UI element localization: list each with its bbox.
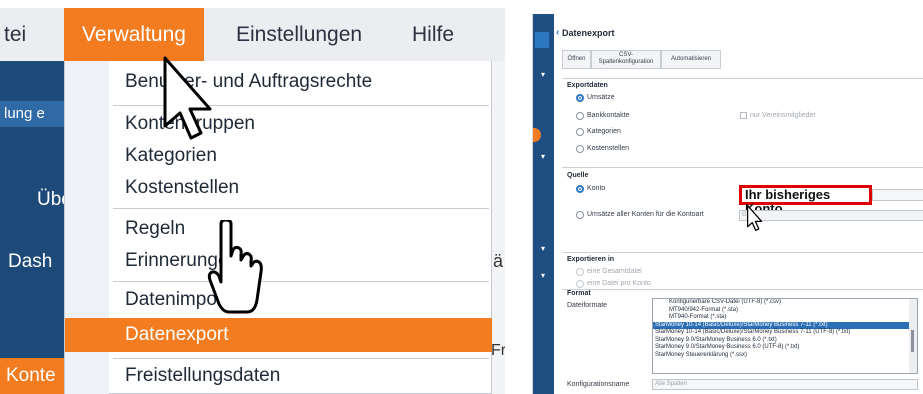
konto-select-highlighted[interactable]: Ihr bisheriges Konto bbox=[739, 185, 872, 216]
caret-down-icon[interactable]: ▾ bbox=[541, 244, 545, 253]
menu-einstellungen[interactable]: Einstellungen bbox=[236, 8, 362, 61]
tab-csv-spaltenkonfiguration[interactable]: CSV-Spaltenkonfiguration bbox=[591, 50, 661, 69]
edge-char-2: Fr bbox=[491, 342, 505, 359]
mouse-hand-cursor-icon bbox=[207, 220, 263, 314]
konfigurationsname-label: Konfigurationsname bbox=[567, 381, 630, 388]
format-option[interactable]: Konfigurierbare CSV-Datei (UTF-8) (*.csv… bbox=[653, 299, 917, 307]
format-option[interactable]: StarMoney 9.0/StarMoney Business 6.0 (UT… bbox=[653, 344, 917, 352]
radio-datei-pro-konto[interactable] bbox=[576, 280, 584, 288]
tab-automatisieren[interactable]: Automatisieren bbox=[661, 50, 721, 69]
menu-item-regeln[interactable]: Regeln bbox=[125, 218, 185, 240]
radio-label: Bankkontakte bbox=[587, 112, 630, 119]
menu-item-datenexport-highlighted[interactable]: Datenexport bbox=[65, 318, 492, 352]
format-option[interactable]: StarMoney Steuererklärung (*.ssx) bbox=[653, 352, 917, 360]
mouse-arrow-cursor-icon bbox=[747, 204, 763, 232]
radio-label: eine Gesamtdatei bbox=[587, 268, 642, 275]
menu-datei[interactable]: tei bbox=[4, 8, 26, 61]
section-heading: Format bbox=[567, 290, 591, 297]
kontoart-select[interactable]: Giro bbox=[739, 210, 923, 221]
nav-item-konten[interactable]: Konte bbox=[0, 358, 64, 394]
format-option[interactable]: MT940/942-Format (*.sta) bbox=[653, 307, 917, 315]
format-option[interactable]: MT940-Format (*.sta) bbox=[653, 314, 917, 322]
left-screenshot: tei Verwaltung Einstellungen Hilfe lung … bbox=[0, 0, 505, 394]
radio-umsaetze[interactable] bbox=[576, 94, 584, 102]
menu-separator bbox=[113, 208, 489, 209]
radio-bankkontakte[interactable] bbox=[576, 112, 584, 120]
caret-down-icon[interactable]: ▾ bbox=[541, 152, 545, 161]
menu-hilfe[interactable]: Hilfe bbox=[412, 8, 454, 61]
menu-separator bbox=[113, 281, 489, 282]
back-chevron-icon[interactable]: ‹ bbox=[556, 27, 559, 38]
background-content-edge: ä Fr bbox=[490, 61, 505, 394]
format-option[interactable]: StarMoney 10-14 (Basic/Deluxe)/StarMoney… bbox=[653, 329, 917, 337]
mouse-arrow-cursor-icon bbox=[163, 56, 212, 140]
konto-select-extension[interactable] bbox=[872, 189, 923, 201]
radio-label: eine Datei pro Konto bbox=[587, 280, 651, 287]
section-heading: Exportieren in bbox=[567, 256, 615, 263]
radio-kategorien[interactable] bbox=[576, 128, 584, 136]
navigation-sidebar: lung e Übers Dash Konte bbox=[0, 61, 88, 394]
menu-item-datenexport-label: Datenexport bbox=[125, 324, 229, 345]
radio-label: Umsätze aller Konten für die Kontoart bbox=[587, 211, 704, 218]
radio-konto[interactable] bbox=[576, 185, 584, 193]
verwaltung-dropdown-menu: Benutzer- und Auftragsrechte Kontengrupp… bbox=[64, 61, 492, 394]
tab-oeffnen[interactable]: Öffnen bbox=[562, 50, 591, 69]
format-option[interactable]: StarMoney 9.0/StarMoney Business 6.0 (*.… bbox=[653, 337, 917, 345]
dateiformate-listbox[interactable]: Konfigurierbare CSV-Datei (UTF-8) (*.csv… bbox=[652, 298, 918, 374]
checkbox-nur-vereinsmitglieder[interactable] bbox=[740, 112, 747, 119]
dateiformate-label: Dateiformate bbox=[567, 302, 608, 309]
radio-kostenstellen[interactable] bbox=[576, 145, 584, 153]
nav-item-partial[interactable]: lung e bbox=[0, 101, 64, 127]
section-quelle bbox=[562, 167, 923, 247]
nav-expand-handle[interactable] bbox=[533, 128, 541, 142]
radio-label: Umsätze bbox=[587, 94, 615, 101]
menu-item-freistellungsdaten[interactable]: Freistellungsdaten bbox=[125, 365, 280, 387]
caret-down-icon[interactable]: ▾ bbox=[541, 70, 545, 79]
radio-umsaetze-aller-konten[interactable] bbox=[576, 211, 584, 219]
format-option-selected[interactable]: StarMoney 10-14 (Basic/Deluxe)/StarMoney… bbox=[653, 321, 917, 329]
menu-separator bbox=[113, 358, 489, 359]
checkbox-label: nur Vereinsmitglieder bbox=[750, 112, 816, 119]
menubar: tei Verwaltung Einstellungen Hilfe bbox=[0, 8, 505, 61]
menu-item-kostenstellen[interactable]: Kostenstellen bbox=[125, 177, 239, 199]
radio-label: Kategorien bbox=[587, 128, 621, 135]
edge-char-1: ä bbox=[493, 251, 504, 271]
nav-button[interactable] bbox=[535, 32, 549, 48]
page-title: Datenexport bbox=[562, 28, 615, 38]
menu-item-kategorien[interactable]: Kategorien bbox=[125, 145, 217, 167]
navigation-sidebar: ▾ ▾ ▾ ▾ bbox=[533, 14, 554, 394]
caret-down-icon[interactable]: ▾ bbox=[541, 271, 545, 280]
listbox-scrollbar-thumb[interactable] bbox=[911, 330, 914, 352]
nav-item-dashboard[interactable]: Dash bbox=[8, 251, 52, 273]
section-heading: Exportdaten bbox=[567, 82, 608, 89]
export-dialog: ‹ Datenexport Öffnen CSV-Spaltenkonfigur… bbox=[554, 14, 923, 394]
radio-label: Kostenstellen bbox=[587, 145, 630, 152]
menu-verwaltung[interactable]: Verwaltung bbox=[64, 8, 204, 61]
right-screenshot: ▾ ▾ ▾ ▾ ‹ Datenexport Öffnen CSV-Spalten… bbox=[532, 14, 923, 394]
radio-gesamtdatei[interactable] bbox=[576, 268, 584, 276]
konfigurationsname-select[interactable]: Alle Spalten bbox=[652, 379, 918, 390]
section-heading: Quelle bbox=[567, 172, 589, 179]
radio-label: Konto bbox=[587, 185, 606, 192]
